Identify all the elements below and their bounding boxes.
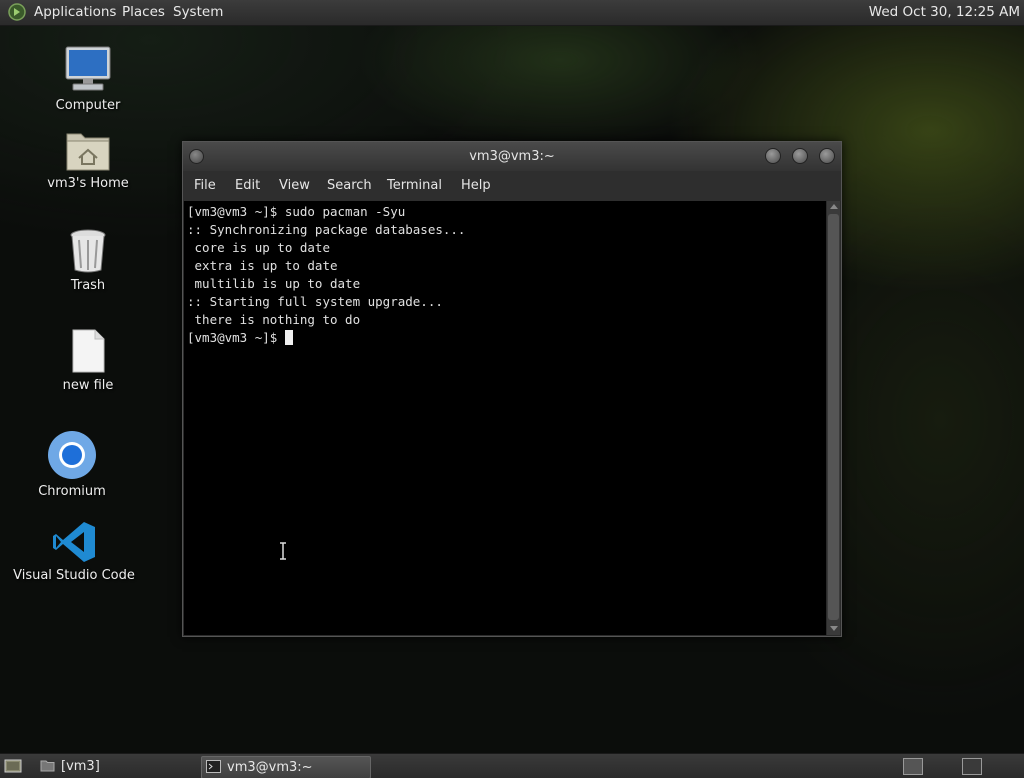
menu-terminal[interactable]: Terminal	[387, 178, 442, 193]
desktop-icon-label: Trash	[70, 278, 106, 293]
terminal-line: [vm3@vm3 ~]$ sudo pacman -Syu	[187, 204, 406, 219]
show-desktop-icon[interactable]	[4, 758, 22, 774]
menu-search[interactable]: Search	[327, 178, 372, 193]
desktop-icon-label: vm3's Home	[47, 176, 129, 191]
scroll-up-icon[interactable]	[830, 204, 838, 209]
menu-view[interactable]: View	[279, 178, 310, 193]
maximize-button[interactable]	[792, 148, 808, 164]
minimize-button[interactable]	[765, 148, 781, 164]
bottom-panel: [vm3] vm3@vm3:~	[0, 753, 1024, 778]
terminal-output[interactable]: [vm3@vm3 ~]$ sudo pacman -Syu :: Synchro…	[184, 201, 826, 635]
window-menu-icon[interactable]	[189, 149, 204, 164]
terminal-scrollbar[interactable]	[827, 201, 840, 635]
scroll-down-icon[interactable]	[830, 626, 838, 631]
scrollbar-thumb[interactable]	[828, 214, 839, 620]
clock[interactable]: Wed Oct 30, 12:25 AM	[869, 0, 1020, 25]
computer-icon	[65, 46, 111, 91]
desktop-icon-trash[interactable]: Trash	[23, 228, 153, 293]
terminal-icon	[206, 760, 221, 773]
desktop-icon-label: Visual Studio Code	[13, 568, 135, 583]
terminal-line: :: Synchronizing package databases...	[187, 222, 466, 237]
workspace-1[interactable]	[903, 758, 923, 775]
desktop-icon-vscode[interactable]: Visual Studio Code	[9, 520, 139, 583]
workspace-2[interactable]	[962, 758, 982, 775]
desktop-icon-computer[interactable]: Computer	[23, 44, 153, 113]
terminal-line: core is up to date	[187, 240, 330, 255]
menu-help[interactable]: Help	[461, 178, 491, 193]
folder-icon	[40, 760, 55, 772]
close-button[interactable]	[819, 148, 835, 164]
home-folder-icon	[66, 133, 110, 171]
desktop-icon-chromium[interactable]: Chromium	[7, 430, 137, 499]
desktop-icon-label: new file	[62, 378, 114, 393]
window-title: vm3@vm3:~	[469, 149, 555, 164]
window-titlebar[interactable]: vm3@vm3:~	[183, 142, 841, 171]
menu-file[interactable]: File	[194, 178, 216, 193]
desktop-icon-label: Chromium	[38, 484, 106, 499]
terminal-window[interactable]: vm3@vm3:~ File Edit View Search Terminal…	[182, 141, 842, 637]
menu-edit[interactable]: Edit	[235, 178, 260, 193]
terminal-line: multilib is up to date	[187, 276, 361, 291]
applications-menu[interactable]: Applications	[34, 0, 116, 25]
chromium-icon	[48, 431, 96, 479]
ibeam-cursor-icon	[280, 542, 286, 560]
text-cursor	[284, 330, 293, 345]
taskbar-item-terminal[interactable]: vm3@vm3:~	[201, 756, 371, 778]
desktop-icon-home[interactable]: vm3's Home	[23, 128, 153, 191]
top-panel: Applications Places System Wed Oct 30, 1…	[0, 0, 1024, 26]
terminal-menubar: File Edit View Search Terminal Help	[183, 171, 841, 201]
trash-icon	[70, 229, 106, 273]
applications-logo-icon[interactable]	[8, 3, 26, 21]
vscode-icon	[53, 522, 95, 562]
terminal-line: there is nothing to do	[187, 312, 361, 327]
places-menu[interactable]: Places	[122, 0, 165, 25]
terminal-prompt: [vm3@vm3 ~]$	[187, 330, 285, 345]
system-menu[interactable]: System	[173, 0, 223, 25]
taskbar-item-label: vm3@vm3:~	[227, 760, 313, 775]
terminal-line: extra is up to date	[187, 258, 338, 273]
desktop-icon-new-file[interactable]: new file	[23, 328, 153, 393]
file-icon	[72, 329, 105, 373]
desktop-icon-label: Computer	[55, 98, 121, 113]
taskbar-item-folder[interactable]: [vm3]	[36, 756, 196, 777]
terminal-prompt-line[interactable]: [vm3@vm3 ~]$	[187, 329, 293, 347]
taskbar-item-label: [vm3]	[61, 759, 100, 774]
terminal-line: :: Starting full system upgrade...	[187, 294, 443, 309]
